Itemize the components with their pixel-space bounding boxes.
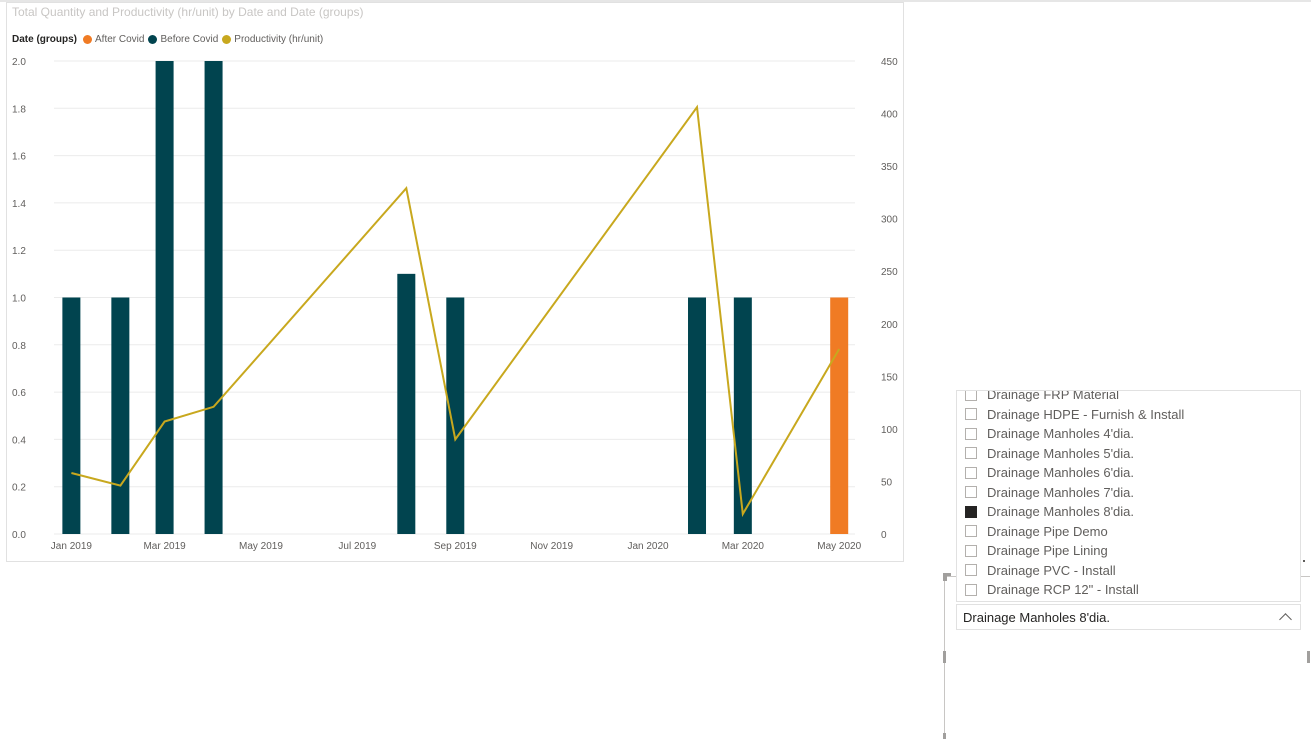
slicer-item[interactable]: Drainage Pipe Demo <box>965 522 1108 542</box>
slicer-item-label: Drainage HDPE - Furnish & Install <box>987 406 1185 422</box>
slicer-item-label: Drainage PVC - Install <box>987 562 1116 578</box>
bar-before-covid <box>733 297 752 534</box>
slicer-item[interactable]: Drainage Manholes 7'dia. <box>965 483 1134 503</box>
y-tick-label: 0.6 <box>12 388 26 399</box>
checkbox[interactable] <box>965 447 977 460</box>
checkbox[interactable] <box>965 486 977 499</box>
slicer-item[interactable]: Drainage Manholes 4'dia. <box>965 424 1134 444</box>
checkbox[interactable] <box>965 544 977 557</box>
x-tick-label: Nov 2019 <box>530 541 573 552</box>
bar-after-covid <box>830 297 849 534</box>
slicer-item[interactable]: Drainage Manholes 6'dia. <box>965 463 1134 483</box>
bar-before-covid <box>111 297 130 534</box>
y2-tick-label: 200 <box>881 320 898 331</box>
y2-tick-label: 150 <box>881 372 898 383</box>
chart-visual[interactable]: Total Quantity and Productivity (hr/unit… <box>6 2 904 562</box>
checkbox[interactable] <box>965 564 977 577</box>
slicer-dropdown-header[interactable]: Drainage Manholes 8'dia. <box>956 604 1301 630</box>
y-tick-label: 0.4 <box>12 435 26 446</box>
bar-before-covid <box>397 273 416 534</box>
y-tick-label: 0.8 <box>12 341 26 352</box>
slicer-item[interactable]: Drainage Pipe Lining <box>965 541 1108 561</box>
y-tick-label: 2.0 <box>12 57 26 68</box>
y-tick-label: 1.0 <box>12 294 26 305</box>
x-tick-label: Mar 2020 <box>722 541 765 552</box>
y2-tick-label: 100 <box>881 425 898 436</box>
y-tick-label: 1.8 <box>12 104 26 115</box>
x-tick-label: May 2019 <box>239 541 283 552</box>
checkbox[interactable] <box>965 408 977 421</box>
y-tick-label: 1.4 <box>12 199 26 210</box>
y2-tick-label: 350 <box>881 162 898 173</box>
slicer-item[interactable]: Drainage PVC - Install <box>965 561 1116 581</box>
checkbox[interactable] <box>965 466 977 479</box>
checkbox[interactable] <box>965 427 977 440</box>
slicer-item-label: Drainage Manholes 5'dia. <box>987 445 1135 461</box>
slicer-item[interactable]: Drainage FRP Material <box>965 390 1119 405</box>
slicer-item[interactable]: Drainage HDPE - Furnish & Install <box>965 405 1184 425</box>
slicer-item-label: Drainage Manholes 4'dia. <box>987 426 1135 442</box>
slicer-item-label: Drainage Manholes 6'dia. <box>987 465 1135 481</box>
bar-before-covid <box>204 61 223 534</box>
y-tick-label: 1.6 <box>12 152 26 163</box>
x-tick-label: Jan 2020 <box>627 541 669 552</box>
slicer-item-label: Drainage Pipe Demo <box>987 523 1108 539</box>
x-tick-label: Jan 2019 <box>51 541 93 552</box>
slicer-selected-value: Drainage Manholes 8'dia. <box>963 609 1111 625</box>
slicer-item-label: Drainage Manholes 8'dia. <box>987 504 1135 520</box>
resize-handle[interactable] <box>1307 651 1310 663</box>
chevron-up-icon[interactable] <box>1279 613 1292 626</box>
y-tick-label: 0.2 <box>12 483 26 494</box>
resize-handle[interactable] <box>943 651 946 663</box>
combo-chart: 0.0 0.2 0.4 0.6 0.8 1.0 1.2 1.4 1.6 1.8 2.0 0 50 100 1… <box>12 57 898 552</box>
resize-handle[interactable] <box>943 573 951 576</box>
y-tick-label: 1.2 <box>12 246 26 257</box>
slicer-item-label: Drainage RCP 12" - Install <box>987 582 1139 598</box>
slicer-item[interactable]: Drainage Manholes 5'dia. <box>965 444 1134 464</box>
slicer-dropdown-list[interactable]: Drainage FRP Material Drainage HDPE - Fur… <box>956 390 1301 602</box>
bar-before-covid <box>62 297 81 534</box>
bar-before-covid <box>688 297 707 534</box>
slicer-item-label: Drainage Manholes 7'dia. <box>987 484 1135 500</box>
x-tick-label: Sep 2019 <box>434 541 477 552</box>
x-tick-label: May 2020 <box>817 541 861 552</box>
y-tick-label: 0.0 <box>12 530 26 541</box>
bar-before-covid <box>155 61 174 534</box>
x-tick-label: Jul 2019 <box>338 541 376 552</box>
checkbox[interactable] <box>965 525 977 538</box>
slicer-item-label: Drainage FRP Material <box>987 390 1119 403</box>
slicer-item-label: Drainage Pipe Lining <box>987 543 1108 559</box>
y2-tick-label: 300 <box>881 215 898 226</box>
y2-tick-label: 50 <box>881 477 893 488</box>
bar-before-covid <box>446 297 465 534</box>
y2-tick-label: 450 <box>881 57 898 68</box>
slicer-item[interactable]: Drainage RCP 12" - Install <box>965 580 1139 600</box>
y2-tick-label: 400 <box>881 110 898 121</box>
slicer-item[interactable]: Drainage Manholes 8'dia. <box>965 502 1134 522</box>
more-options-dot[interactable] <box>1303 560 1305 562</box>
checkbox[interactable] <box>965 391 977 401</box>
y2-tick-label: 250 <box>881 267 898 278</box>
checkbox-checked[interactable] <box>965 505 977 518</box>
checkbox[interactable] <box>965 583 977 596</box>
resize-handle[interactable] <box>943 733 946 739</box>
x-tick-label: Mar 2019 <box>143 541 186 552</box>
y2-tick-label: 0 <box>881 530 887 541</box>
